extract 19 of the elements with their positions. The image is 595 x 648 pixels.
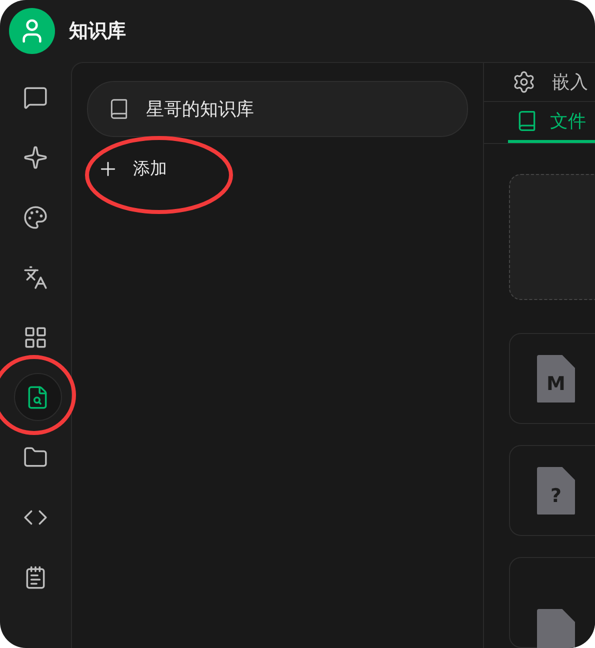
avatar[interactable] xyxy=(9,8,55,54)
app-title: 知识库 xyxy=(69,19,126,44)
book-icon xyxy=(108,98,130,120)
sparkle-icon xyxy=(23,144,48,170)
sidebar-item[interactable] xyxy=(14,373,62,421)
file-icon: ? xyxy=(537,466,575,514)
file-icon xyxy=(537,608,575,648)
file-icon: M xyxy=(537,354,575,402)
knowledge-base-item[interactable]: 星哥的知识库 xyxy=(87,81,468,137)
translate-icon xyxy=(23,264,48,290)
folder-icon xyxy=(23,444,48,470)
grid-icon xyxy=(23,324,48,350)
book-icon xyxy=(516,110,538,132)
chat-icon xyxy=(23,84,48,110)
settings-tab[interactable]: 嵌入 xyxy=(552,70,588,94)
tab[interactable]: 文件 xyxy=(508,102,595,143)
knowledge-base-name: 星哥的知识库 xyxy=(146,98,254,121)
settings-icon[interactable] xyxy=(512,70,536,94)
palette-icon xyxy=(23,204,48,230)
